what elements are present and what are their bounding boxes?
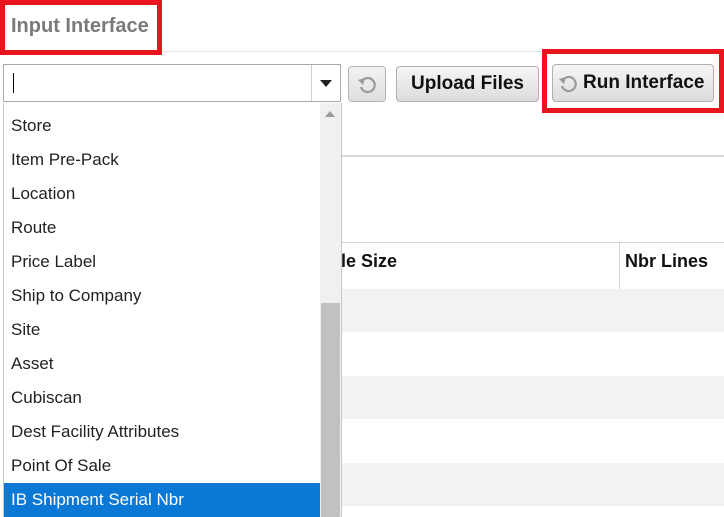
dropdown-item[interactable]: Item Pre-Pack: [4, 143, 320, 177]
dropdown-item[interactable]: Dest Facility Attributes: [4, 415, 320, 449]
interface-type-dropdown-list[interactable]: Store Item Pre-Pack Location Route Price…: [3, 103, 342, 517]
dropdown-item[interactable]: Point Of Sale: [4, 449, 320, 483]
page-title: Input Interface: [11, 15, 149, 37]
column-header-file-size[interactable]: le Size: [341, 251, 397, 272]
interface-type-input[interactable]: [4, 65, 313, 101]
refresh-icon: [557, 72, 579, 94]
table-row[interactable]: [341, 289, 724, 332]
scroll-up-arrow-icon[interactable]: [325, 111, 335, 117]
run-interface-button[interactable]: Run Interface: [552, 64, 714, 102]
upload-files-button[interactable]: Upload Files: [396, 66, 539, 102]
run-interface-label: Run Interface: [583, 72, 705, 93]
chevron-down-icon: [320, 79, 332, 87]
combo-dropdown-button[interactable]: [311, 65, 340, 101]
panel-divider: [341, 155, 724, 157]
text-caret: [13, 73, 14, 93]
table-row[interactable]: [341, 463, 724, 506]
page-title-frame: Input Interface: [0, 0, 162, 55]
dropdown-item[interactable]: Cubiscan: [4, 381, 320, 415]
dropdown-item[interactable]: Price Label: [4, 245, 320, 279]
table-row[interactable]: [341, 376, 724, 419]
refresh-button[interactable]: [348, 66, 386, 102]
column-header-nbr-lines[interactable]: Nbr Lines: [625, 251, 708, 272]
dropdown-item[interactable]: Site: [4, 313, 320, 347]
dropdown-scrollbar[interactable]: [320, 103, 341, 517]
table-header: le Size Nbr Lines: [341, 242, 724, 290]
dropdown-item[interactable]: Location: [4, 177, 320, 211]
dropdown-item[interactable]: Route: [4, 211, 320, 245]
scrollbar-thumb[interactable]: [321, 303, 340, 517]
refresh-icon: [358, 76, 376, 94]
column-separator[interactable]: [619, 243, 620, 289]
dropdown-item[interactable]: Ship to Company: [4, 279, 320, 313]
upload-files-label: Upload Files: [411, 73, 524, 94]
interface-type-combo[interactable]: [3, 64, 341, 102]
dropdown-item[interactable]: Store: [4, 109, 320, 143]
dropdown-item[interactable]: Asset: [4, 347, 320, 381]
dropdown-item-selected[interactable]: IB Shipment Serial Nbr: [4, 483, 320, 517]
